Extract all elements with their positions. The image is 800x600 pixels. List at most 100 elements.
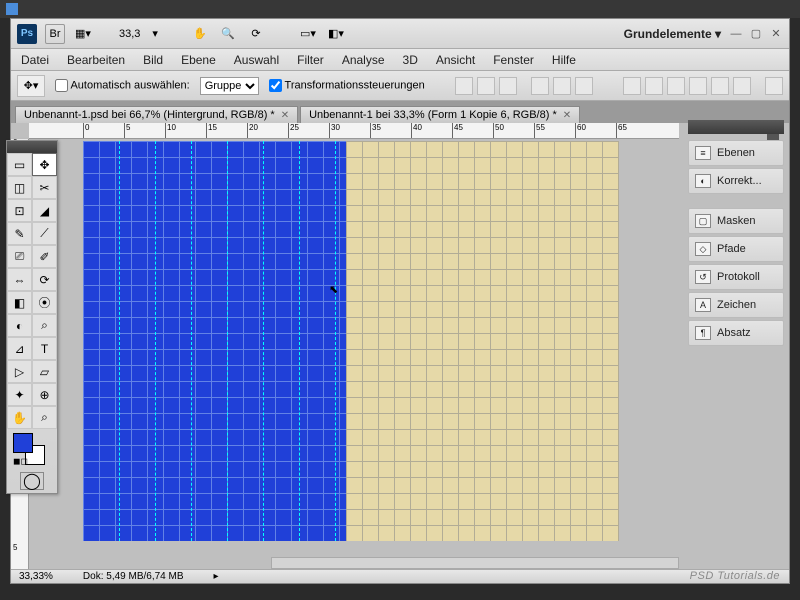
tool-8[interactable]: ⎚ [7, 245, 32, 268]
align-left-icon[interactable] [531, 77, 549, 95]
tool-10[interactable]: ⇔ [7, 268, 32, 291]
foreground-color-swatch[interactable] [13, 433, 33, 453]
align-right-icon[interactable] [575, 77, 593, 95]
align-vcenter-icon[interactable] [477, 77, 495, 95]
toolbox-header[interactable] [7, 141, 57, 153]
panel-history[interactable]: ↺Protokoll [688, 264, 784, 290]
grid-overlay [346, 141, 619, 541]
menu-bild[interactable]: Bild [143, 53, 163, 67]
panel-char[interactable]: AZeichen [688, 292, 784, 318]
status-arrow-icon[interactable]: ▸ [214, 571, 219, 582]
layers-icon: ≡ [695, 146, 711, 160]
work-area: 05101520253035404550556065 05 ⬉ [11, 123, 789, 569]
auto-select-target[interactable]: GruppeEbene [200, 77, 259, 95]
tool-9[interactable]: ✐ [32, 245, 57, 268]
hand-tool-icon[interactable]: ✋ [190, 24, 210, 44]
close-tab-icon[interactable]: ✕ [281, 110, 289, 121]
panel-paths[interactable]: ◇Pfade [688, 236, 784, 262]
status-bar: 33,33% Dok: 5,49 MB/6,74 MB ▸ [11, 569, 789, 583]
menu-hilfe[interactable]: Hilfe [552, 53, 576, 67]
toolbox: ▭✥◫✂⊡◢✎⟋⎚✐⇔⟳◧⦿◐⌕⊿T▷▱✦⊕✋⌕ ◼◻ ◯ [6, 140, 58, 494]
panel-layers[interactable]: ≡Ebenen [688, 140, 784, 166]
maximize-button[interactable]: ▢ [749, 27, 763, 41]
panel-para[interactable]: ¶Absatz [688, 320, 784, 346]
close-button[interactable]: ✕ [769, 27, 783, 41]
doc-arrange-icon[interactable]: ◧▾ [326, 24, 346, 44]
tool-12[interactable]: ◧ [7, 291, 32, 314]
distribute-6-icon[interactable] [733, 77, 751, 95]
workspace-switcher[interactable]: Grundelemente ▾ [624, 27, 721, 41]
tool-6[interactable]: ✎ [7, 222, 32, 245]
mask-icon: ▢ [695, 214, 711, 228]
menu-datei[interactable]: Datei [21, 53, 49, 67]
paths-icon: ◇ [695, 242, 711, 256]
auto-align-icon[interactable] [765, 77, 783, 95]
default-colors-icon[interactable]: ◼◻ [13, 456, 28, 467]
canvas-blue-region [83, 141, 346, 541]
tool-5[interactable]: ◢ [32, 199, 57, 222]
menu-analyse[interactable]: Analyse [342, 53, 385, 67]
tool-15[interactable]: ⌕ [32, 314, 57, 337]
tool-17[interactable]: T [32, 337, 57, 360]
distribute-5-icon[interactable] [711, 77, 729, 95]
distribute-1-icon[interactable] [623, 77, 641, 95]
ruler-horizontal[interactable]: 05101520253035404550556065 [29, 123, 679, 139]
menu-3d[interactable]: 3D [403, 53, 418, 67]
panel-adjust[interactable]: ◐Korrekt... [688, 168, 784, 194]
tool-16[interactable]: ⊿ [7, 337, 32, 360]
canvas[interactable]: ⬉ [83, 141, 619, 541]
distribute-4-icon[interactable] [689, 77, 707, 95]
app-toolbar: Ps Br ▦▾ 33,3 ▾ ✋ 🔍 ⟳ ▭▾ ◧▾ Grundelement… [11, 19, 789, 49]
tool-2[interactable]: ◫ [7, 176, 32, 199]
menu-auswahl[interactable]: Auswahl [234, 53, 279, 67]
rotate-view-icon[interactable]: ⟳ [246, 24, 266, 44]
menu-filter[interactable]: Filter [297, 53, 324, 67]
tool-3[interactable]: ✂ [32, 176, 57, 199]
document-tab[interactable]: Unbenannt-1 bei 33,3% (Form 1 Kopie 6, R… [300, 106, 580, 123]
current-tool-icon[interactable]: ✥▾ [17, 75, 45, 97]
close-tab-icon[interactable]: ✕ [563, 110, 571, 121]
menu-ansicht[interactable]: Ansicht [436, 53, 475, 67]
minimize-button[interactable]: — [729, 27, 743, 41]
tool-7[interactable]: ⟋ [32, 222, 57, 245]
tool-14[interactable]: ◐ [7, 314, 32, 337]
bridge-icon[interactable]: Br [45, 24, 65, 44]
tool-1[interactable]: ✥ [32, 153, 57, 176]
distribute-3-icon[interactable] [667, 77, 685, 95]
quick-mask-button[interactable]: ◯ [20, 472, 44, 490]
distribute-2-icon[interactable] [645, 77, 663, 95]
transform-controls-checkbox[interactable]: Transformationssteuerungen [269, 79, 425, 92]
ps-icon[interactable]: Ps [17, 24, 37, 44]
align-hcenter-icon[interactable] [553, 77, 571, 95]
tool-0[interactable]: ▭ [7, 153, 32, 176]
tool-13[interactable]: ⦿ [32, 291, 57, 314]
tool-19[interactable]: ▱ [32, 360, 57, 383]
panel-dock: ≡Ebenen◐Korrekt... ▢Masken◇Pfade↺Protokol… [688, 120, 784, 348]
tool-18[interactable]: ▷ [7, 360, 32, 383]
tool-23[interactable]: ⌕ [32, 406, 57, 429]
status-doc[interactable]: Dok: 5,49 MB/6,74 MB [83, 571, 184, 582]
menu-fenster[interactable]: Fenster [493, 53, 534, 67]
screen-mode-icon[interactable]: ▭▾ [298, 24, 318, 44]
panel-dock-header[interactable] [688, 120, 784, 134]
tool-4[interactable]: ⊡ [7, 199, 32, 222]
align-top-icon[interactable] [455, 77, 473, 95]
status-zoom[interactable]: 33,33% [19, 571, 53, 582]
menu-ebene[interactable]: Ebene [181, 53, 216, 67]
history-icon: ↺ [695, 270, 711, 284]
zoom-tool-icon[interactable]: 🔍 [218, 24, 238, 44]
menu-bearbeiten[interactable]: Bearbeiten [67, 53, 125, 67]
scrollbar-horizontal[interactable] [271, 557, 679, 569]
tool-11[interactable]: ⟳ [32, 268, 57, 291]
zoom-dropdown-icon[interactable]: ▾ [152, 27, 158, 40]
document-tab[interactable]: Unbenannt-1.psd bei 66,7% (Hintergrund, … [15, 106, 298, 123]
zoom-value[interactable]: 33,3 [115, 27, 144, 41]
arrange-docs-icon[interactable]: ▦▾ [73, 24, 93, 44]
cursor-icon: ⬉ [329, 283, 338, 296]
tool-22[interactable]: ✋ [7, 406, 32, 429]
panel-mask[interactable]: ▢Masken [688, 208, 784, 234]
tool-20[interactable]: ✦ [7, 383, 32, 406]
auto-select-checkbox[interactable]: Automatisch auswählen: [55, 79, 190, 92]
tool-21[interactable]: ⊕ [32, 383, 57, 406]
align-bottom-icon[interactable] [499, 77, 517, 95]
